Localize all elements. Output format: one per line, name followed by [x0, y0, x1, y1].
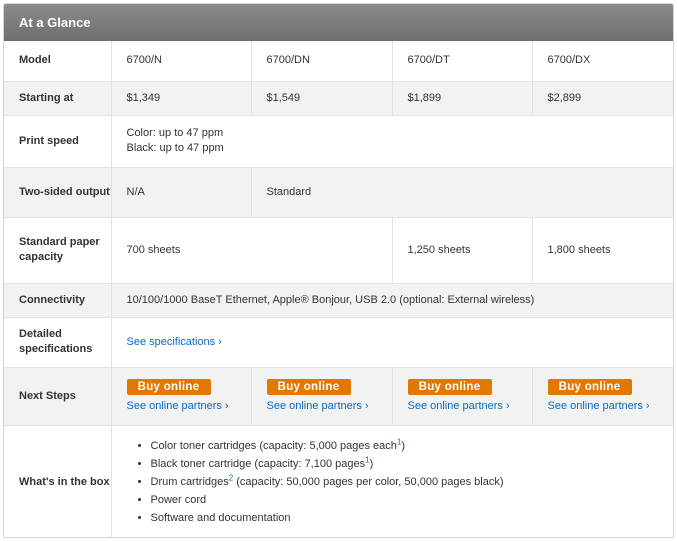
next-steps-cell: Buy online See online partners ›	[392, 367, 533, 426]
row-paper-capacity: Standard paper capacity 700 sheets 1,250…	[4, 217, 673, 284]
row-label: Two-sided output	[4, 167, 112, 218]
color-speed: Color: up to 47 ppm	[126, 127, 224, 139]
row-label: Print speed	[4, 115, 112, 168]
buy-online-button[interactable]: Buy online	[547, 378, 632, 395]
next-steps-cell: Buy online See online partners ›	[532, 367, 673, 426]
chevron-right-icon: ›	[224, 399, 229, 412]
list-item: Software and documentation	[151, 509, 674, 527]
model-value: 6700/DT	[392, 41, 533, 82]
row-connectivity: Connectivity 10/100/1000 BaseT Ethernet,…	[4, 283, 673, 318]
see-online-partners-link[interactable]: See online partners ›	[267, 400, 369, 412]
buy-online-button[interactable]: Buy online	[126, 378, 211, 395]
see-online-partners-link[interactable]: See online partners ›	[408, 400, 510, 412]
see-specifications-link[interactable]: See specifications ›	[127, 336, 222, 348]
two-sided-value: Standard	[251, 167, 673, 218]
two-sided-value: N/A	[111, 167, 252, 218]
price-value: $1,549	[251, 81, 393, 116]
next-steps-cell: Buy online See online partners ›	[251, 367, 393, 426]
row-next-steps: Next Steps Buy online See online partner…	[4, 367, 673, 426]
buy-online-button[interactable]: Buy online	[266, 378, 351, 395]
at-a-glance-panel: At a Glance Model 6700/N 6700/DN 6700/DT…	[3, 3, 674, 538]
row-label: Connectivity	[4, 283, 112, 318]
buy-online-button[interactable]: Buy online	[407, 378, 492, 395]
list-item: Drum cartridges2 (capacity: 50,000 pages…	[151, 473, 674, 491]
print-speed-value: Color: up to 47 ppm Black: up to 47 ppm	[111, 115, 673, 168]
row-label: Next Steps	[4, 367, 112, 426]
row-label: Standard paper capacity	[4, 217, 112, 284]
box-contents-cell: Color toner cartridges (capacity: 5,000 …	[111, 425, 674, 537]
specifications-cell: See specifications ›	[111, 317, 673, 368]
paper-value: 700 sheets	[111, 217, 393, 284]
price-value: $1,899	[392, 81, 533, 116]
chevron-right-icon: ›	[218, 335, 222, 348]
see-online-partners-link[interactable]: See online partners ›	[548, 400, 650, 412]
chevron-right-icon: ›	[645, 399, 650, 412]
row-label: Model	[4, 41, 112, 82]
model-value: 6700/DX	[532, 41, 673, 82]
row-print-speed: Print speed Color: up to 47 ppm Black: u…	[4, 115, 673, 168]
chevron-right-icon: ›	[505, 399, 510, 412]
row-two-sided: Two-sided output N/A Standard	[4, 167, 673, 218]
list-item: Color toner cartridges (capacity: 5,000 …	[151, 437, 674, 455]
paper-value: 1,250 sheets	[392, 217, 533, 284]
comparison-table: Model 6700/N 6700/DN 6700/DT 6700/DX Sta…	[4, 41, 674, 537]
price-value: $2,899	[532, 81, 673, 116]
row-label: Detailed specifications	[4, 317, 112, 368]
list-item: Black toner cartridge (capacity: 7,100 p…	[151, 455, 674, 473]
chevron-right-icon: ›	[364, 399, 369, 412]
row-label: What's in the box	[4, 425, 112, 537]
box-contents-list: Color toner cartridges (capacity: 5,000 …	[127, 437, 674, 527]
price-value: $1,349	[111, 81, 252, 116]
row-label: Starting at	[4, 81, 112, 116]
paper-value: 1,800 sheets	[532, 217, 673, 284]
row-specifications: Detailed specifications See specificatio…	[4, 317, 673, 368]
model-value: 6700/N	[111, 41, 252, 82]
list-item: Power cord	[151, 491, 674, 509]
panel-title: At a Glance	[4, 4, 673, 41]
row-model: Model 6700/N 6700/DN 6700/DT 6700/DX	[4, 41, 673, 82]
model-value: 6700/DN	[251, 41, 393, 82]
connectivity-value: 10/100/1000 BaseT Ethernet, Apple® Bonjo…	[111, 283, 673, 318]
row-whats-in-box: What's in the box Color toner cartridges…	[4, 425, 674, 537]
black-speed: Black: up to 47 ppm	[126, 142, 224, 154]
row-starting-at: Starting at $1,349 $1,549 $1,899 $2,899	[4, 81, 673, 116]
see-online-partners-link[interactable]: See online partners ›	[127, 400, 229, 412]
next-steps-cell: Buy online See online partners ›	[111, 367, 252, 426]
